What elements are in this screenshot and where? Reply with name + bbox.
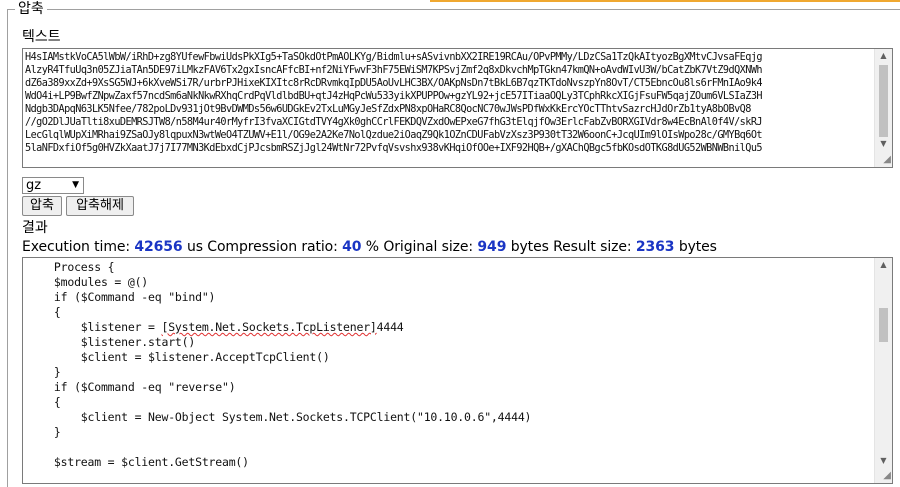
code-line: $client = $listener.AcceptTcpClient() bbox=[27, 350, 330, 364]
scroll-down-icon[interactable]: ▼ bbox=[875, 454, 892, 468]
input-text-line: //gO2DlJUaTlti8xuDEMRSJTW8/n58M4ur40rMyf… bbox=[25, 117, 763, 128]
ratio-unit: % bbox=[365, 239, 379, 255]
code-line: $listener = [System.Net.Sockets.TcpListe… bbox=[27, 320, 404, 334]
input-scrollbar[interactable]: ▲ ▼ bbox=[874, 49, 892, 167]
result-label: 결과 bbox=[22, 220, 48, 236]
original-size-unit: bytes bbox=[510, 239, 549, 255]
original-size-value: 949 bbox=[477, 239, 507, 255]
input-textarea[interactable]: H4sIAMstkVoCA5lWbW/iRhD+zg8YUfewFbwiUdsP… bbox=[22, 48, 893, 168]
input-text-line: H4sIAMstkVoCA5lWbW/iRhD+zg8YUfewFbwiUdsP… bbox=[25, 52, 763, 63]
method-select[interactable]: gz ▼ bbox=[22, 177, 84, 194]
scroll-up-icon[interactable]: ▲ bbox=[875, 49, 892, 63]
result-stats: Execution time: 42656 us Compression rat… bbox=[22, 238, 717, 256]
result-scrollbar[interactable]: ▲ ▼ bbox=[874, 258, 892, 483]
top-accent-bar bbox=[430, 0, 900, 2]
exec-time-unit: us bbox=[186, 239, 203, 255]
resize-grip-icon[interactable]: ◢ bbox=[879, 154, 891, 166]
code-line: } bbox=[27, 365, 61, 379]
result-size-value: 2363 bbox=[635, 239, 675, 255]
result-code-content: Process { $modules = @() if ($Command -e… bbox=[27, 260, 874, 481]
input-text-line: LecGlqlWUpXiMRhai9ZSaOJy8lqpuxN3wtWeO4TZ… bbox=[25, 130, 763, 141]
input-text-line: WdO4i+LP9BwfZNpwZaxf57ncdSm6aNkNkwRXhqCr… bbox=[25, 91, 763, 102]
panel-legend: 압축 bbox=[15, 1, 47, 17]
code-line: if ($Command -eq "reverse") bbox=[27, 380, 236, 394]
scroll-thumb[interactable] bbox=[879, 65, 888, 137]
input-text-line: 5laNFDxfiOf5g0HVZkXaatJ7j7I77MN3KdEbxdCj… bbox=[25, 143, 763, 154]
scroll-up-icon[interactable]: ▲ bbox=[875, 258, 892, 272]
scroll-down-icon[interactable]: ▼ bbox=[875, 137, 892, 151]
code-line: Process { bbox=[27, 260, 115, 274]
chevron-down-icon: ▼ bbox=[72, 180, 79, 190]
input-text-line: Ndgb3DApqN63LK5Nfee/782poLDv931jOt9BvDWM… bbox=[25, 104, 751, 115]
input-text-line: dZ6a389xxZd+9XsSG5WJ+6kXveWSi7R/urbrPJHi… bbox=[25, 78, 763, 89]
original-size-label: Original size: bbox=[383, 239, 474, 255]
code-line: $listener.start() bbox=[27, 335, 196, 349]
input-label: 텍스트 bbox=[22, 29, 61, 45]
code-line: $client = New-Object System.Net.Sockets.… bbox=[27, 410, 532, 424]
code-line: { bbox=[27, 395, 61, 409]
ratio-label: Compression ratio: bbox=[207, 239, 338, 255]
decompress-button[interactable]: 압축해제 bbox=[66, 196, 134, 216]
code-line: } bbox=[27, 425, 61, 439]
result-textarea[interactable]: Process { $modules = @() if ($Command -e… bbox=[22, 257, 893, 484]
result-size-unit: bytes bbox=[678, 239, 717, 255]
code-line: if ($Command -eq "bind") bbox=[27, 290, 216, 304]
code-line: { bbox=[27, 305, 61, 319]
method-select-value: gz bbox=[26, 178, 42, 193]
code-line: $modules = @() bbox=[27, 275, 149, 289]
resize-grip-icon[interactable]: ◢ bbox=[879, 470, 891, 482]
scroll-thumb[interactable] bbox=[879, 308, 888, 342]
exec-time-value: 42656 bbox=[134, 239, 183, 255]
compress-button[interactable]: 압축 bbox=[22, 196, 62, 216]
ratio-value: 40 bbox=[342, 239, 362, 255]
input-text-line: AlzyR4TfuUq3n05ZJiaTAn5DE97iLMkzFAV6Tx2g… bbox=[25, 65, 763, 76]
input-text-content: H4sIAMstkVoCA5lWbW/iRhD+zg8YUfewFbwiUdsP… bbox=[25, 51, 874, 165]
exec-time-label: Execution time: bbox=[22, 239, 130, 255]
result-size-label: Result size: bbox=[553, 239, 632, 255]
code-line: $stream = $client.GetStream() bbox=[27, 455, 249, 469]
